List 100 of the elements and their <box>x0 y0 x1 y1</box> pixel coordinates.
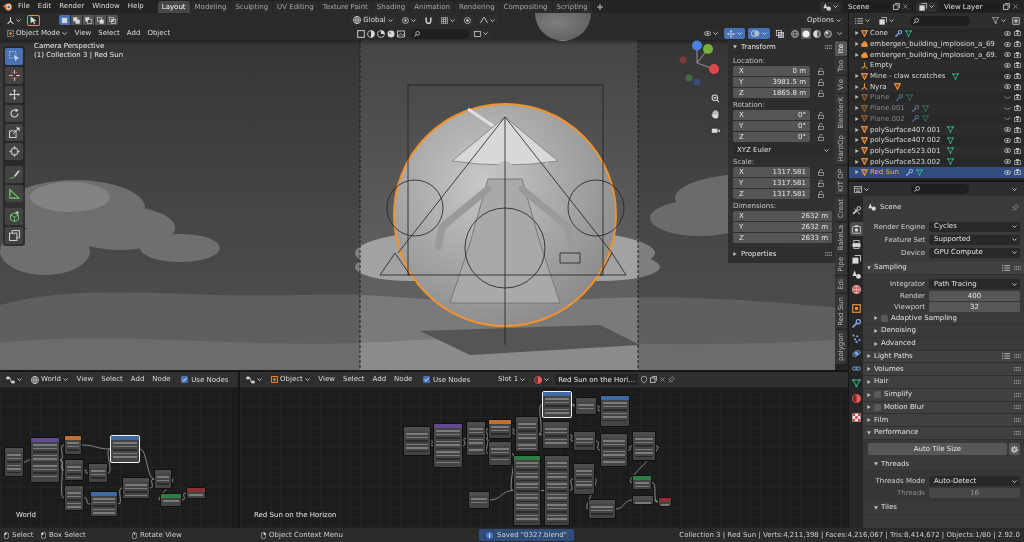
copy-icon[interactable] <box>893 3 900 10</box>
camera-icon[interactable] <box>1014 51 1021 58</box>
overlay-toggle[interactable] <box>748 28 770 39</box>
square-plus-icon[interactable] <box>1012 16 1020 25</box>
disclosure-triangle-icon[interactable] <box>854 42 859 47</box>
eye-icon[interactable] <box>1004 137 1011 143</box>
camera-icon[interactable] <box>1014 169 1021 176</box>
eye-icon[interactable] <box>1004 148 1011 154</box>
selection-mode-button[interactable] <box>59 15 70 25</box>
half-circle-icon[interactable] <box>367 29 375 38</box>
open-padlock-icon[interactable] <box>818 122 824 130</box>
view-layer-browse-button[interactable] <box>916 1 937 12</box>
disclosure-triangle-icon[interactable] <box>867 265 871 270</box>
eye-icon[interactable] <box>1004 41 1011 47</box>
selection-mode-button[interactable] <box>95 15 106 25</box>
camera-icon[interactable] <box>1014 158 1021 165</box>
disclosure-triangle-icon[interactable] <box>874 462 878 467</box>
search-field[interactable] <box>910 15 970 26</box>
shader-node[interactable] <box>160 493 182 507</box>
view-layer-filter-dropdown[interactable] <box>876 15 897 26</box>
open-padlock-icon[interactable] <box>818 179 824 187</box>
open-padlock-icon[interactable] <box>818 111 824 119</box>
shader-node[interactable] <box>4 447 24 477</box>
properties-tab[interactable] <box>850 252 863 266</box>
camera-icon[interactable] <box>1014 105 1021 112</box>
eye-icon[interactable] <box>1004 62 1011 68</box>
shader-node[interactable] <box>575 397 597 415</box>
shading-mode-button[interactable] <box>801 28 811 39</box>
shader-node[interactable] <box>186 487 206 499</box>
filter-dropdown[interactable] <box>989 15 1009 26</box>
tool-button[interactable] <box>5 86 23 103</box>
eye-icon[interactable] <box>1004 159 1011 165</box>
open-padlock-icon[interactable] <box>818 168 824 176</box>
disclosure-triangle-icon[interactable] <box>867 405 871 410</box>
tool-button[interactable] <box>5 105 23 122</box>
pin-icon[interactable] <box>1012 203 1019 211</box>
shader-node[interactable] <box>88 463 108 483</box>
active-tool-button[interactable] <box>27 14 40 26</box>
disclosure-triangle-icon[interactable] <box>867 418 871 423</box>
checkbox[interactable] <box>881 314 888 322</box>
open-padlock-icon[interactable] <box>818 89 824 97</box>
eye-icon[interactable] <box>1004 169 1011 175</box>
camera-icon[interactable] <box>1014 62 1021 69</box>
eye-icon[interactable] <box>1004 52 1011 58</box>
properties-tab[interactable] <box>850 222 863 236</box>
tool-button[interactable] <box>5 143 23 160</box>
shader-node[interactable] <box>64 485 84 511</box>
shader-node[interactable] <box>573 463 595 495</box>
tool-button[interactable] <box>5 208 23 225</box>
properties-tab[interactable] <box>850 376 863 390</box>
shading-mode-button[interactable] <box>790 28 800 39</box>
display-mode-dropdown[interactable] <box>852 15 873 26</box>
closed-eye-icon[interactable] <box>1004 117 1011 121</box>
shader-node[interactable] <box>573 431 596 451</box>
properties-tab[interactable] <box>850 203 863 217</box>
copy-icon[interactable] <box>1003 3 1010 10</box>
selection-mode-button[interactable] <box>83 15 94 25</box>
list-icon[interactable] <box>1002 264 1010 271</box>
shield-icon[interactable] <box>641 376 648 383</box>
disclosure-triangle-icon[interactable] <box>854 31 859 36</box>
search-field[interactable] <box>411 28 469 39</box>
quarter-circle-icon[interactable] <box>377 29 385 38</box>
disclosure-triangle-icon[interactable] <box>874 341 878 346</box>
disclosure-triangle-icon[interactable] <box>854 127 859 132</box>
copy-icon[interactable] <box>650 376 658 383</box>
xray-toggle[interactable] <box>773 28 787 39</box>
shader-node[interactable] <box>64 459 84 481</box>
properties-tab[interactable] <box>850 410 863 424</box>
image-icon[interactable] <box>397 29 405 38</box>
disclosure-triangle-icon[interactable] <box>854 116 859 121</box>
camera-icon[interactable] <box>1014 41 1021 48</box>
shader-node[interactable] <box>30 437 60 483</box>
shading-mode-button[interactable] <box>823 28 833 39</box>
shader-node[interactable] <box>466 421 486 456</box>
disclosure-triangle-icon[interactable] <box>854 106 859 111</box>
tool-button[interactable] <box>5 166 23 183</box>
shader-node[interactable] <box>513 455 541 526</box>
checkbox[interactable] <box>181 376 189 383</box>
tool-button[interactable] <box>5 185 23 202</box>
disclosure-triangle-icon[interactable] <box>854 148 859 153</box>
tool-button[interactable] <box>5 48 23 65</box>
disclosure-triangle-icon[interactable] <box>874 505 878 510</box>
shader-node[interactable] <box>600 395 630 427</box>
camera-icon[interactable] <box>1014 126 1021 133</box>
disclosure-triangle-icon[interactable] <box>867 430 871 435</box>
disclosure-triangle-icon[interactable] <box>854 95 859 100</box>
shader-node[interactable] <box>632 495 654 505</box>
square-outline-icon[interactable] <box>357 29 365 38</box>
zoom-icon[interactable] <box>709 92 722 105</box>
disclosure-triangle-icon[interactable] <box>867 392 871 397</box>
disclosure-triangle-icon[interactable] <box>867 354 871 359</box>
shader-node[interactable] <box>403 426 431 456</box>
closed-eye-icon[interactable] <box>1004 106 1011 110</box>
properties-tab[interactable] <box>850 331 863 345</box>
selection-mode-button[interactable] <box>71 15 82 25</box>
tool-button[interactable] <box>5 227 23 244</box>
checkbox[interactable] <box>874 403 881 411</box>
camera-icon[interactable] <box>1014 115 1021 122</box>
pin-icon[interactable] <box>668 376 676 383</box>
properties-tab[interactable] <box>850 316 863 330</box>
